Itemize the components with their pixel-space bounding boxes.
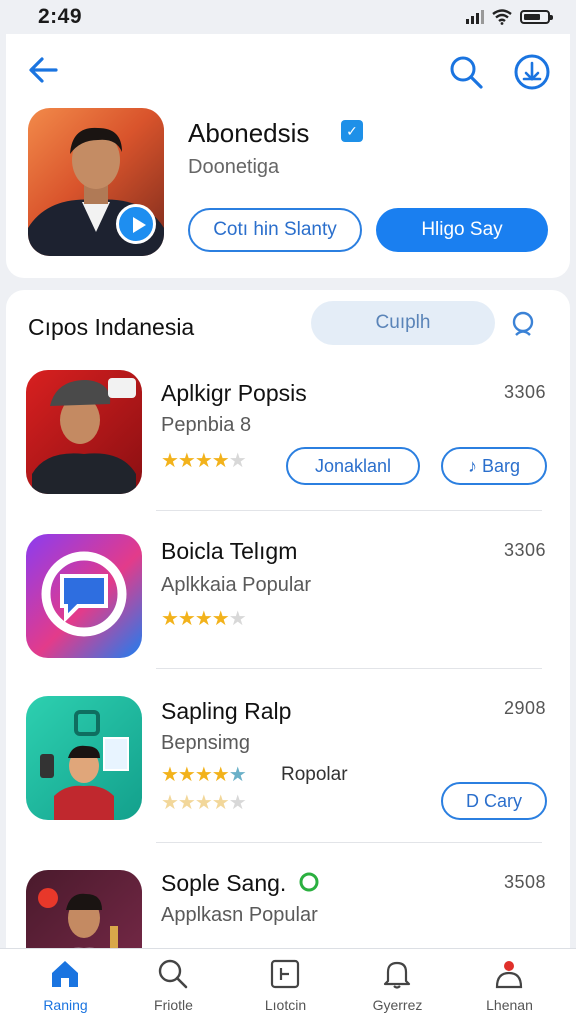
- app-icon: [26, 870, 142, 950]
- section-filter-button[interactable]: Cuıplh: [311, 301, 495, 345]
- app-count: 3306: [503, 382, 546, 402]
- tab-label: Gyerrez: [372, 997, 423, 1013]
- square-grid-icon: [270, 959, 300, 989]
- rating-stars: ★★★★★: [161, 608, 247, 630]
- bottom-tab-bar: Raning Friotle Lıotcin Gyerrez Lhenan: [0, 948, 576, 1024]
- app-subtitle: Applkasn Popular: [161, 904, 318, 926]
- app-icon: [26, 534, 142, 658]
- list-item[interactable]: Sople Sang. Applkasn Popular 3508: [6, 850, 570, 950]
- section-title: Cıpos Indanesia: [28, 314, 195, 340]
- app-subtitle: Pepnbia 8: [161, 414, 252, 436]
- developer-subtitle: Doonetiga: [188, 156, 280, 178]
- tab-search[interactable]: Friotle: [116, 949, 231, 1024]
- rating-stars: ★★★★★: [161, 450, 247, 472]
- status-bar: 2:49: [0, 0, 576, 34]
- status-time: 2:49: [38, 5, 83, 28]
- app-name: Sople Sang.: [161, 870, 287, 896]
- divider: [156, 510, 542, 511]
- divider: [156, 842, 542, 843]
- tab-profile[interactable]: Lhenan: [452, 949, 567, 1024]
- search-icon[interactable]: [446, 52, 486, 92]
- list-item[interactable]: Aplkigr Popsis Pepnbia 8 3306 ★★★★★ Jona…: [6, 362, 570, 520]
- app-icon: [26, 696, 142, 820]
- app-name: Sapling Ralp: [161, 698, 292, 724]
- tab-label: Friotle: [154, 997, 193, 1013]
- app-icon: [26, 370, 142, 494]
- verified-badge-icon: ✓: [341, 120, 363, 142]
- play-video-button[interactable]: [116, 204, 156, 244]
- divider: [156, 668, 542, 669]
- status-icons: [466, 9, 553, 25]
- secondary-action-button[interactable]: Cotı hin Slanty: [188, 208, 362, 252]
- bell-icon: [383, 961, 411, 989]
- cellular-signal-icon: [466, 10, 484, 24]
- update-icon[interactable]: [512, 52, 552, 92]
- list-item[interactable]: Boicla Telıgm Aplkkaia Popular 3306 ★★★★…: [6, 518, 570, 676]
- developer-avatar[interactable]: [28, 108, 164, 256]
- app-name: Aplkigr Popsis: [161, 380, 307, 406]
- app-count: 3306: [503, 540, 546, 560]
- search-icon[interactable]: [508, 308, 540, 340]
- app-subtitle: Aplkkaia Popular: [161, 574, 312, 596]
- app-list-card: Cıpos Indanesia Cuıplh Aplkigr Popsis Pe…: [6, 290, 570, 950]
- developer-name: Abonedsis: [188, 118, 310, 148]
- back-arrow-icon[interactable]: [26, 52, 62, 88]
- profile-icon: [495, 961, 523, 989]
- wifi-icon: [492, 9, 512, 25]
- app-count: 3508: [503, 872, 546, 892]
- rating-label: Ropolar: [281, 764, 348, 785]
- primary-action-button[interactable]: Hligo Say: [376, 208, 548, 252]
- rating-stars-secondary: ★★★★★: [161, 792, 247, 814]
- app-name: Boicla Telıgm: [161, 538, 298, 564]
- app-action-button[interactable]: Jonaklanl: [286, 447, 420, 485]
- list-item[interactable]: Sapling Ralp Bepnsimg 2908 ★★★★★ Ropolar…: [6, 676, 570, 834]
- home-icon: [52, 961, 78, 987]
- tab-notifications[interactable]: Gyerrez: [340, 949, 455, 1024]
- tab-label: Lhenan: [486, 997, 533, 1013]
- tab-apps[interactable]: Lıotcin: [228, 949, 343, 1024]
- app-secondary-button[interactable]: ♪ Barg: [441, 447, 547, 485]
- tab-home[interactable]: Raning: [8, 949, 123, 1024]
- tab-label: Lıotcin: [264, 997, 307, 1013]
- app-count: 2908: [503, 698, 546, 718]
- app-subtitle: Bepnsimg: [161, 732, 250, 754]
- verified-check-icon: [299, 872, 319, 892]
- rating-stars: ★★★★★: [161, 764, 247, 786]
- battery-icon: [520, 10, 553, 24]
- app-action-button[interactable]: D Cary: [441, 782, 547, 820]
- developer-header-card: Abonedsis ✓ Doonetiga Cotı hin Slanty Hl…: [6, 34, 570, 278]
- search-icon: [158, 959, 188, 989]
- tab-label: Raning: [43, 997, 88, 1013]
